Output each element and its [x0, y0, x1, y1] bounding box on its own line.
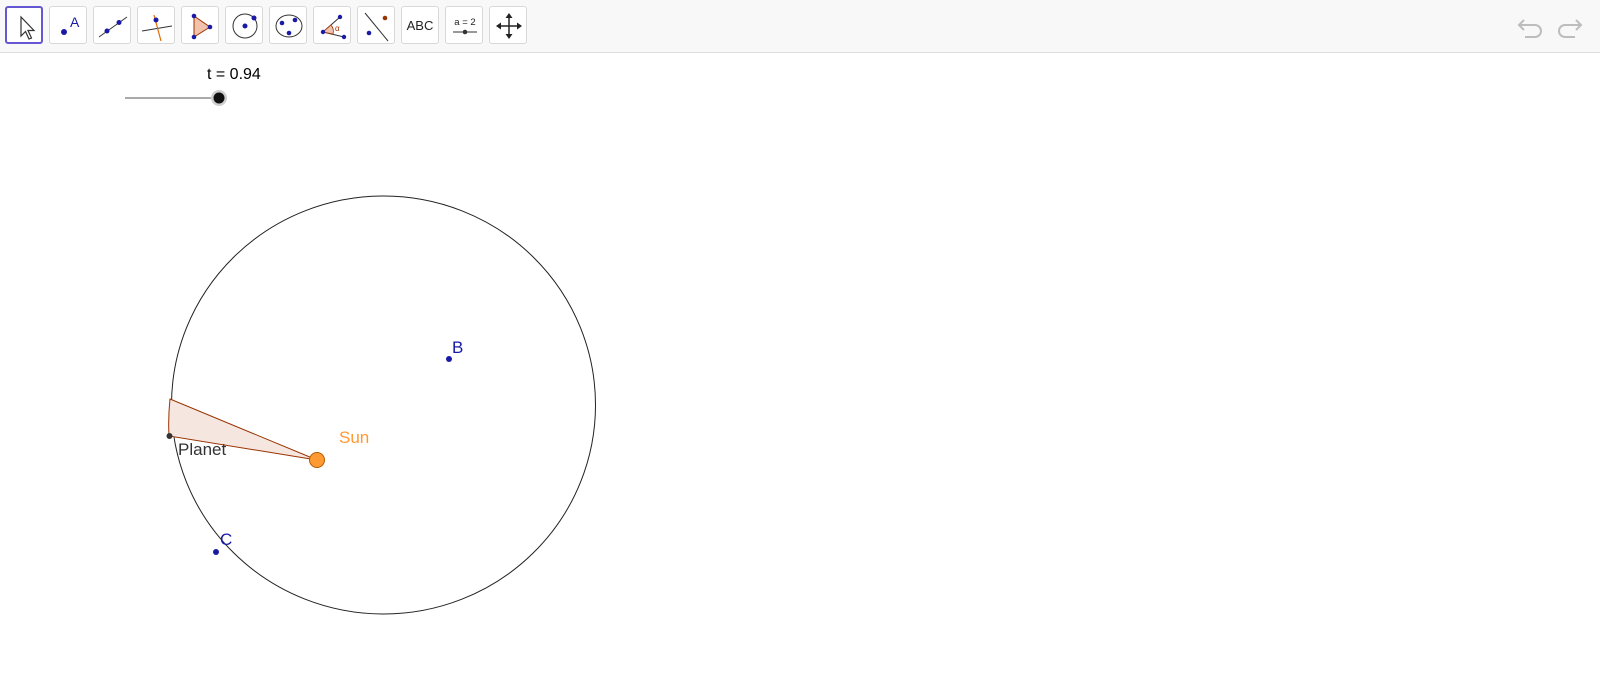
point-b-label: B: [452, 338, 464, 357]
move-graphics-view-tool-button[interactable]: [489, 6, 527, 44]
slider-tool-label: a = 2: [454, 17, 475, 28]
polygon-icon: [191, 13, 213, 40]
point-tool-button[interactable]: A: [49, 6, 87, 44]
slider-icon: a = 2: [453, 17, 477, 35]
planet-label: Planet: [178, 440, 227, 459]
polygon-tool-button[interactable]: [181, 6, 219, 44]
slider-knob[interactable]: [213, 92, 225, 104]
point-c[interactable]: [213, 549, 219, 555]
reflect-about-line-icon: [364, 12, 389, 42]
perpendicular-line-icon: [141, 14, 173, 42]
line-through-two-points-icon: [98, 16, 128, 38]
reflect-tool-button[interactable]: [357, 6, 395, 44]
slider-label: t = 0.94: [207, 66, 261, 83]
point-c-label: C: [220, 530, 233, 549]
circle-center-point-tool-button[interactable]: [225, 6, 263, 44]
circle-with-center-icon: [232, 13, 258, 39]
angle-tool-button[interactable]: α: [313, 6, 351, 44]
perpendicular-line-tool-button[interactable]: [137, 6, 175, 44]
ellipse-tool-button[interactable]: [269, 6, 307, 44]
undo-button[interactable]: [1515, 12, 1547, 40]
orbit-ellipse[interactable]: [171, 195, 596, 615]
arrow-cursor-icon: [20, 15, 36, 40]
move-arrows-icon: [496, 13, 522, 39]
sun-point[interactable]: [309, 452, 325, 468]
text-tool-label: ABC: [406, 17, 434, 33]
ellipse-icon: [275, 14, 303, 38]
redo-icon: [1558, 19, 1583, 38]
angle-icon: α: [320, 14, 347, 40]
point-tool-letter: A: [70, 14, 80, 30]
sun-label: Sun: [339, 428, 370, 447]
text-tool-button[interactable]: ABC: [401, 6, 439, 44]
angle-tool-alpha: α: [335, 24, 340, 33]
toolbar: A α ABC a = 2: [0, 0, 1600, 53]
redo-button[interactable]: [1553, 12, 1585, 40]
point-icon: A: [61, 14, 80, 35]
move-tool-button[interactable]: [5, 6, 43, 44]
undo-icon: [1517, 19, 1542, 38]
slider-tool-button[interactable]: a = 2: [445, 6, 483, 44]
planet-point[interactable]: [166, 433, 173, 439]
graphics-view[interactable]: [0, 53, 1600, 697]
line-tool-button[interactable]: [93, 6, 131, 44]
